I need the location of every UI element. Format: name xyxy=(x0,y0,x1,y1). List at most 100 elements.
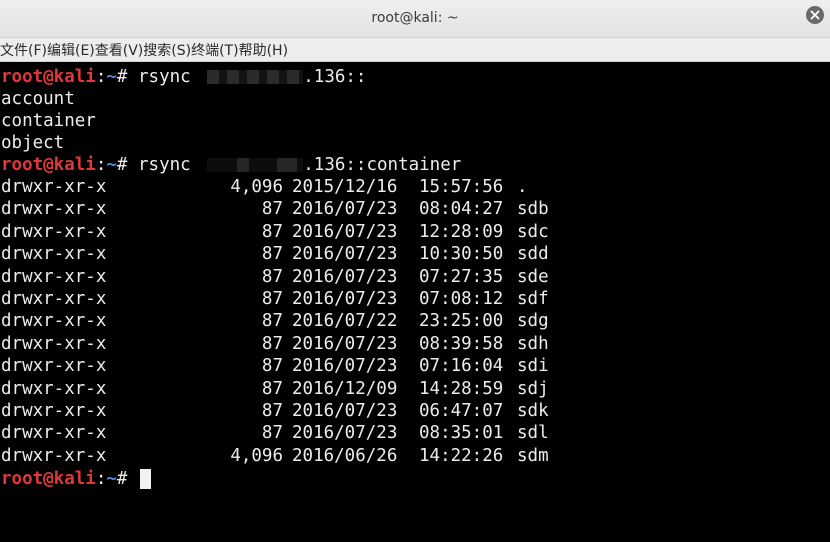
cell-time: 07:16:04 xyxy=(419,356,504,377)
menu-help[interactable]: 帮助(H) xyxy=(239,40,288,60)
table-row: drwxr-xr-x 87 2016/07/23 08:39:58 sdh xyxy=(1,333,821,355)
cell-size: 87 xyxy=(261,311,283,332)
cell-size: 87 xyxy=(261,266,283,287)
menu-file[interactable]: 文件(F) xyxy=(0,40,47,60)
table-row: drwxr-xr-x 87 2016/07/23 10:30:50 sdd xyxy=(1,243,821,265)
cell-size: 87 xyxy=(261,356,283,377)
cell-size: 4,096 xyxy=(230,445,283,466)
cell-date: 2016/07/23 xyxy=(292,401,398,421)
cell-perms: drwxr-xr-x xyxy=(1,378,107,399)
cell-date: 2016/07/23 xyxy=(292,423,398,444)
list-item: object xyxy=(1,133,65,153)
cell-time: 07:08:12 xyxy=(419,289,504,309)
cell-time: 08:39:58 xyxy=(419,333,504,354)
redacted-ip xyxy=(207,70,304,84)
prompt-symbol: # xyxy=(116,67,128,87)
cell-perms: drwxr-xr-x xyxy=(1,221,107,242)
redacted-ip xyxy=(207,158,304,172)
cell-perms: drwxr-xr-x xyxy=(1,289,107,309)
cell-date: 2016/07/22 xyxy=(292,311,398,332)
cell-date: 2016/07/23 xyxy=(292,221,398,242)
menu-edit[interactable]: 编辑(E) xyxy=(47,40,95,60)
cell-perms: drwxr-xr-x xyxy=(1,177,107,197)
command-args: .136:: xyxy=(303,67,367,87)
table-row: drwxr-xr-x 87 2016/07/23 08:04:27 sdb xyxy=(1,198,821,220)
cell-size: 87 xyxy=(261,244,283,265)
cell-name: sde xyxy=(517,266,549,287)
prompt-symbol: # xyxy=(116,469,128,489)
cell-name: . xyxy=(517,177,528,197)
cell-time: 06:47:07 xyxy=(419,401,504,421)
menu-search[interactable]: 搜索(S) xyxy=(143,40,191,60)
cell-size: 87 xyxy=(261,289,283,309)
table-row: drwxr-xr-x 87 2016/07/23 12:28:09 sdc xyxy=(1,221,821,243)
close-button[interactable] xyxy=(806,6,824,24)
cell-name: sdk xyxy=(517,401,549,421)
cell-date: 2016/07/23 xyxy=(292,356,398,377)
cell-time: 10:30:50 xyxy=(419,244,504,265)
prompt-separator: : xyxy=(95,155,107,175)
cell-perms: drwxr-xr-x xyxy=(1,311,107,332)
cell-name: sdf xyxy=(517,289,549,309)
cell-name: sdl xyxy=(517,423,549,444)
cell-time: 12:28:09 xyxy=(419,221,504,242)
table-row: drwxr-xr-x 87 2016/07/23 07:27:35 sde xyxy=(1,266,821,288)
cell-name: sdg xyxy=(517,311,549,332)
prompt-user: root@kali xyxy=(1,469,96,489)
cell-time: 14:28:59 xyxy=(419,378,504,399)
terminal-window: root@kali: ~ 文件(F) 编辑(E) 查看(V) 搜索(S) 终端(… xyxy=(0,0,830,542)
table-row: drwxr-xr-x 87 2016/07/23 08:35:01 sdl xyxy=(1,422,821,444)
list-item: container xyxy=(1,111,96,131)
prompt-symbol: # xyxy=(116,155,128,175)
cell-size: 87 xyxy=(261,221,283,242)
cell-size: 4,096 xyxy=(230,177,283,197)
table-row: drwxr-xr-x 87 2016/07/22 23:25:00 sdg xyxy=(1,310,821,332)
cell-perms: drwxr-xr-x xyxy=(1,401,107,421)
cell-size: 87 xyxy=(261,378,283,399)
terminal-output[interactable]: root@kali:~# rsync .136:: account contai… xyxy=(0,64,830,542)
cell-perms: drwxr-xr-x xyxy=(1,423,107,444)
cell-date: 2016/07/23 xyxy=(292,333,398,354)
menu-terminal[interactable]: 终端(T) xyxy=(191,40,238,60)
window-title: root@kali: ~ xyxy=(371,10,459,26)
table-row: drwxr-xr-x 87 2016/07/23 07:16:04 sdi xyxy=(1,355,821,377)
cell-time: 23:25:00 xyxy=(419,311,504,332)
title-bar[interactable]: root@kali: ~ xyxy=(0,0,830,38)
table-row: drwxr-xr-x 4,096 2015/12/16 15:57:56. xyxy=(1,176,821,198)
command-args: .136::container xyxy=(303,155,462,175)
list-item: account xyxy=(1,89,75,109)
cell-name: sdj xyxy=(517,378,549,399)
cell-name: sdd xyxy=(517,244,549,265)
cell-size: 87 xyxy=(261,199,283,220)
cell-time: 07:27:35 xyxy=(419,266,504,287)
cell-date: 2016/07/23 xyxy=(292,244,398,265)
table-row: drwxr-xr-x 87 2016/07/23 07:08:12 sdf xyxy=(1,288,821,310)
menu-view[interactable]: 查看(V) xyxy=(95,40,144,60)
close-icon xyxy=(810,10,820,20)
cell-size: 87 xyxy=(261,423,283,444)
table-row: drwxr-xr-x 4,096 2016/06/26 14:22:26 sdm xyxy=(1,445,821,467)
cell-name: sdm xyxy=(517,445,549,466)
cell-perms: drwxr-xr-x xyxy=(1,445,107,466)
cell-time: 08:35:01 xyxy=(419,423,504,444)
table-row: drwxr-xr-x 87 2016/07/23 06:47:07 sdk xyxy=(1,400,821,422)
table-row: drwxr-xr-x 87 2016/12/09 14:28:59 sdj xyxy=(1,378,821,400)
cell-name: sdi xyxy=(517,356,549,377)
cell-name: sdb xyxy=(517,199,549,220)
prompt-path: ~ xyxy=(106,469,117,489)
prompt-separator: : xyxy=(95,469,107,489)
cell-perms: drwxr-xr-x xyxy=(1,356,107,377)
prompt-user: root@kali xyxy=(1,155,96,175)
cell-perms: drwxr-xr-x xyxy=(1,266,107,287)
command-line: root@kali:~# rsync .136:: xyxy=(1,66,366,88)
cell-time: 14:22:26 xyxy=(419,445,504,466)
cell-date: 2016/07/23 xyxy=(292,199,398,220)
cell-date: 2016/07/23 xyxy=(292,266,398,287)
command-name: rsync xyxy=(138,155,191,175)
menu-bar: 文件(F) 编辑(E) 查看(V) 搜索(S) 终端(T) 帮助(H) xyxy=(0,38,830,62)
command-line: root@kali:~# xyxy=(1,468,152,490)
cell-date: 2016/07/23 xyxy=(292,289,398,309)
command-line: root@kali:~# rsync .136::container xyxy=(1,154,461,176)
cell-size: 87 xyxy=(261,333,283,354)
cell-date: 2016/06/26 xyxy=(292,445,398,466)
